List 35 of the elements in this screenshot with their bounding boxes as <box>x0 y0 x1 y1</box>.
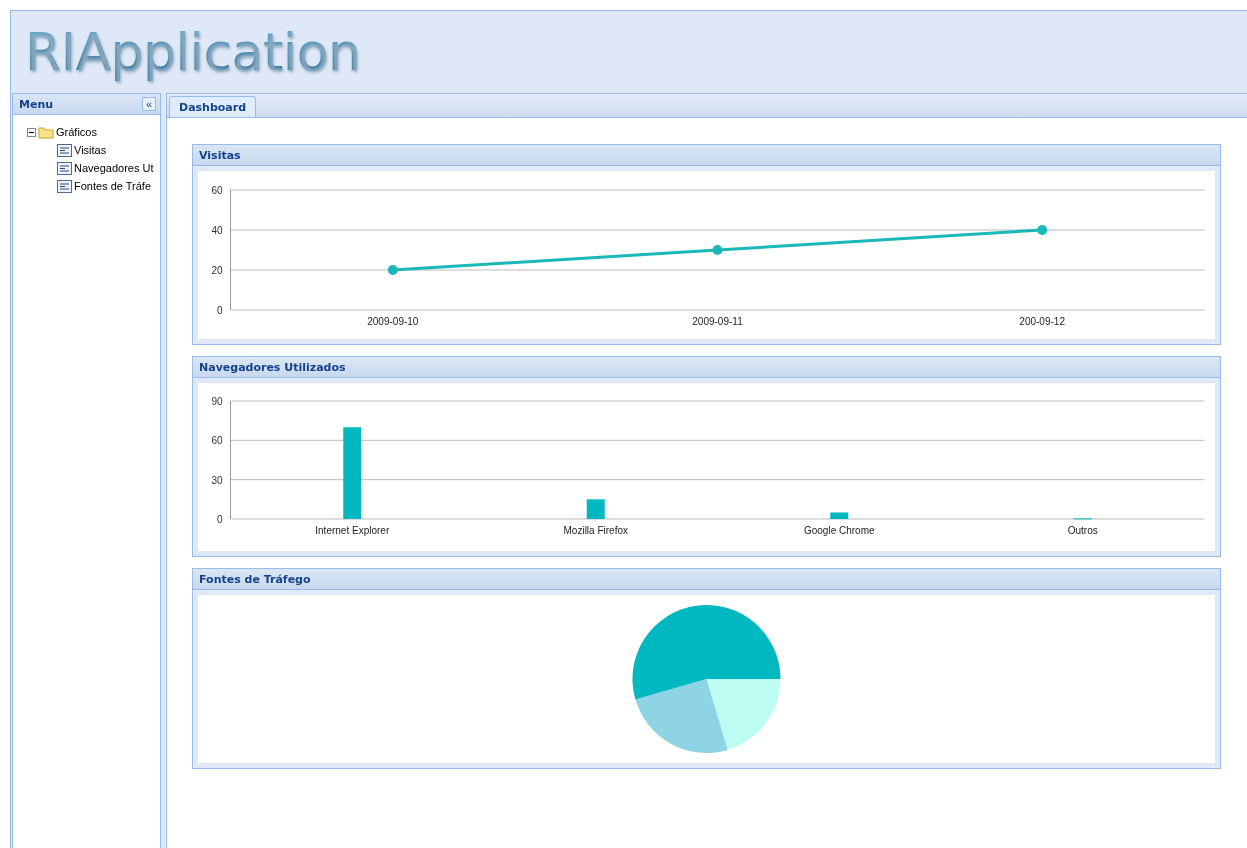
data-point <box>1037 225 1048 235</box>
axis-tick-label: 60 <box>211 185 223 196</box>
folder-icon <box>38 125 54 139</box>
axis-tick-label: 40 <box>211 225 223 236</box>
axis-tick-label: 0 <box>216 514 223 525</box>
tree-item[interactable]: Fontes de Tráfe <box>74 180 152 192</box>
tree-item[interactable]: Navegadores Ut <box>74 162 154 174</box>
axis-tick-label: 90 <box>211 396 223 407</box>
panel-title: Visitas <box>199 148 241 162</box>
axis-tick-label: 20 <box>211 265 223 276</box>
tree-item[interactable]: Gráficos <box>56 126 97 138</box>
axis-category-label: 2009-09-10 <box>367 316 419 327</box>
axis-category-label: Internet Explorer <box>315 525 390 536</box>
axis-category-label: Outros <box>1067 525 1098 536</box>
collapse-button[interactable]: « <box>142 97 156 111</box>
list-icon <box>57 179 72 193</box>
data-point <box>712 245 723 255</box>
axis-tick-label: 60 <box>211 435 223 447</box>
axis-tick-label: 30 <box>211 474 223 486</box>
axis-tick-label: 0 <box>216 305 223 316</box>
axis-category-label: 2009-09-11 <box>692 316 743 327</box>
bar <box>830 512 849 519</box>
axis-category-label: 200-09-12 <box>1019 316 1065 327</box>
collapse-icon[interactable] <box>27 127 36 137</box>
axis-category-label: Google Chrome <box>803 525 875 536</box>
tree-item[interactable]: Visitas <box>74 144 107 156</box>
panel-title: Menu <box>19 97 54 111</box>
list-icon <box>57 143 72 157</box>
data-point <box>387 265 398 275</box>
panel-title: Fontes de Tráfego <box>199 572 311 586</box>
panel-title: Navegadores Utilizados <box>199 360 346 374</box>
bar <box>586 499 605 519</box>
tab[interactable]: Dashboard <box>169 96 257 117</box>
list-icon <box>57 161 72 175</box>
axis-category-label: Mozilla Firefox <box>563 525 628 536</box>
